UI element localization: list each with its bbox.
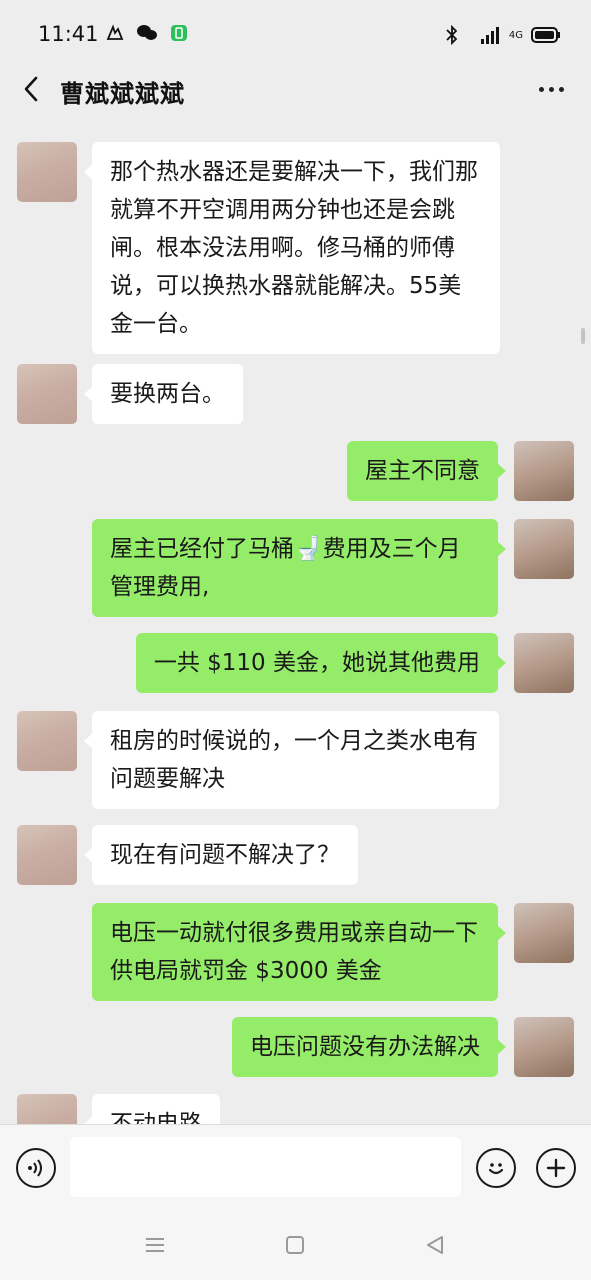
- system-navigation-bar: [0, 1210, 591, 1280]
- contact-avatar[interactable]: [17, 711, 77, 771]
- battery-icon: [531, 24, 561, 46]
- recent-apps-button[interactable]: [140, 1230, 170, 1260]
- bluetooth-icon: [441, 24, 463, 46]
- home-button[interactable]: [280, 1230, 310, 1260]
- status-bar: 11:41 4G: [0, 0, 591, 64]
- message-bubble[interactable]: 要换两台。: [84, 364, 243, 424]
- more-functions-button[interactable]: [536, 1148, 576, 1188]
- message-bubble[interactable]: 租房的时候说的，一个月之类水电有问题要解决: [84, 711, 499, 809]
- chevron-left-icon: [24, 76, 38, 102]
- triangle-back-icon: [427, 1236, 443, 1254]
- menu-lines-icon: [146, 1238, 164, 1252]
- back-button[interactable]: [14, 72, 48, 106]
- my-avatar[interactable]: [514, 633, 574, 693]
- scrollbar[interactable]: [581, 328, 585, 344]
- message-bubble[interactable]: 电压问题没有办法解决: [232, 1017, 506, 1077]
- wechat-notification-icon: [136, 22, 158, 44]
- contact-avatar[interactable]: [17, 1094, 77, 1124]
- message-bubble[interactable]: 现在有问题不解决了？: [84, 825, 358, 885]
- wallet-app-icon: [104, 22, 126, 44]
- contact-avatar[interactable]: [17, 364, 77, 424]
- message-bubble[interactable]: 电压一动就付很多费用或亲自动一下供电局就罚金 $3000 美金: [92, 903, 506, 1001]
- more-dots-icon: [538, 86, 544, 92]
- plus-icon: [546, 1158, 566, 1178]
- status-system-icons: 4G: [441, 24, 561, 46]
- contact-avatar[interactable]: [17, 825, 77, 885]
- my-avatar[interactable]: [514, 1017, 574, 1077]
- my-avatar[interactable]: [514, 519, 574, 579]
- emoji-icon: [488, 1163, 504, 1175]
- signal-icon: [471, 24, 501, 46]
- message-bubble[interactable]: 屋主已经付了马桶🚽费用及三个月管理费用,: [92, 519, 506, 617]
- more-options-button[interactable]: [533, 74, 569, 104]
- status-notification-icons: [104, 22, 190, 44]
- message-list[interactable]: 那个热水器还是要解决一下，我们那就算不开空调用两分钟也还是会跳闸。根本没法用啊。…: [0, 128, 591, 1124]
- my-avatar[interactable]: [514, 903, 574, 963]
- message-input[interactable]: [70, 1137, 461, 1197]
- message-bubble[interactable]: 不动电路: [84, 1094, 220, 1124]
- network-type-label: 4G: [508, 29, 523, 41]
- contact-avatar[interactable]: [17, 142, 77, 202]
- my-avatar[interactable]: [514, 441, 574, 501]
- more-dot: [548, 86, 554, 92]
- square-home-icon: [286, 1236, 304, 1254]
- chat-header: 曹斌斌斌斌: [0, 64, 591, 114]
- status-time: 11:41: [38, 22, 99, 46]
- chat-title: 曹斌斌斌斌: [60, 80, 185, 108]
- message-bubble[interactable]: 那个热水器还是要解决一下，我们那就算不开空调用两分钟也还是会跳闸。根本没法用啊。…: [84, 142, 500, 354]
- message-bubble[interactable]: 屋主不同意: [347, 441, 506, 501]
- back-nav-button[interactable]: [420, 1230, 450, 1260]
- message-bubble[interactable]: 一共 $110 美金，她说其他费用: [135, 633, 507, 693]
- voice-icon: [28, 1159, 42, 1177]
- emoji-button[interactable]: [476, 1148, 516, 1188]
- voice-input-button[interactable]: [16, 1148, 56, 1188]
- battery-app-icon: [168, 22, 190, 44]
- input-bar: [0, 1124, 591, 1210]
- more-dot: [558, 86, 564, 92]
